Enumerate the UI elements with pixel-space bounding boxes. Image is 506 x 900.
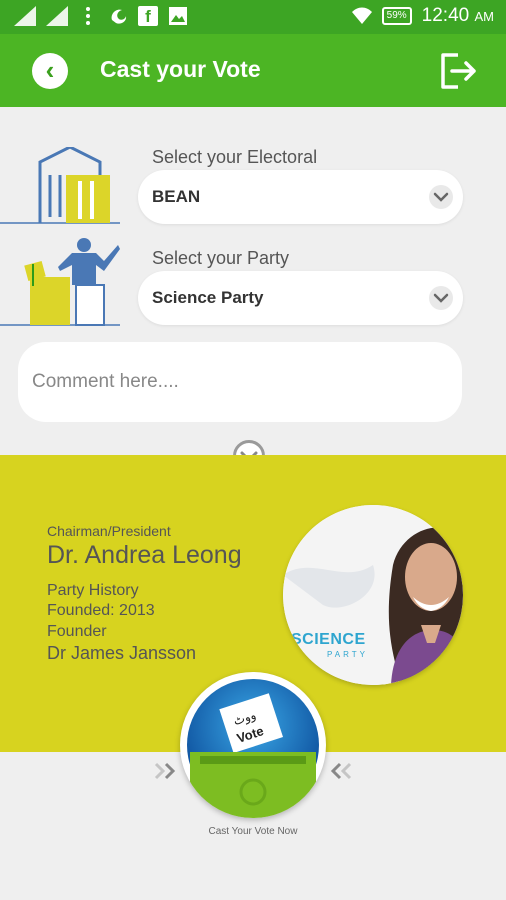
party-label: Select your Party: [152, 248, 290, 268]
party-history-label: Party History: [47, 582, 139, 599]
back-button[interactable]: ‹: [32, 53, 68, 89]
cast-vote-caption: Cast Your Vote Now: [208, 826, 298, 837]
wifi-icon: [351, 7, 372, 24]
gallery-icon: [169, 7, 187, 25]
cast-vote-button[interactable]: ووٹ Vote: [180, 672, 326, 818]
menu-dots-icon: [86, 7, 90, 25]
signal-icon: [46, 6, 68, 26]
facebook-icon: f: [138, 6, 158, 26]
chevron-down-icon: [429, 286, 453, 310]
text-cursor: [32, 264, 34, 286]
chevron-left-icon: ‹: [45, 55, 55, 85]
clock: 12:40 AM: [421, 5, 494, 26]
building-icon: [0, 147, 120, 224]
chairman-name: Dr. Andrea Leong: [47, 541, 242, 569]
avatar-photo: [283, 505, 463, 685]
founded-text: Founded: 2013: [47, 602, 155, 619]
app-bar: ‹ Cast your Vote: [0, 34, 506, 107]
signal-icon: [14, 6, 36, 26]
chairman-avatar: SCIENCE PARTY: [283, 505, 463, 685]
status-bar: f 59% 12:40 AM: [0, 0, 506, 34]
electoral-label: Select your Electoral: [152, 147, 318, 167]
electoral-value: BEAN: [152, 187, 201, 206]
battery-icon: 59%: [381, 7, 412, 25]
ballot-box-icon: ووٹ Vote: [187, 679, 319, 818]
chevron-left-icon: [330, 762, 352, 780]
page-title: Cast your Vote: [100, 56, 261, 82]
party-logo-text: SCIENCE: [291, 631, 366, 648]
chevron-down-icon: [429, 185, 453, 209]
logout-icon[interactable]: [438, 51, 478, 91]
party-logo-subtext: PARTY: [327, 650, 368, 659]
chevron-right-icon: [154, 762, 176, 780]
electoral-select[interactable]: BEAN: [138, 170, 463, 224]
founder-name: Dr James Jansson: [47, 643, 197, 663]
founder-label: Founder: [47, 623, 107, 640]
comment-input[interactable]: [18, 342, 462, 422]
party-speaker-icon: [0, 238, 120, 326]
party-value: Science Party: [152, 288, 264, 307]
chairman-label: Chairman/President: [47, 523, 171, 539]
vote-form: Select your Electoral BEAN Select your P…: [0, 107, 506, 472]
uc-browser-icon: [111, 9, 127, 24]
party-select[interactable]: Science Party: [138, 271, 463, 325]
